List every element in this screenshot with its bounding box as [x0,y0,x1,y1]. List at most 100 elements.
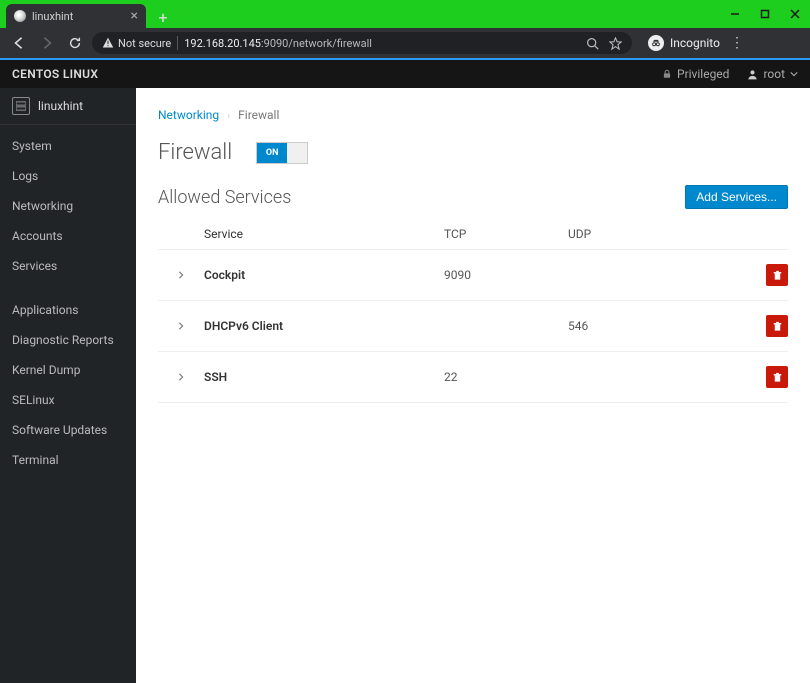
host-selector[interactable]: linuxhint [0,88,136,125]
star-icon[interactable] [609,37,622,50]
new-tab-button[interactable]: + [152,6,174,28]
window-titlebar: linuxhint × + [0,0,810,28]
url-host: 192.168.20.145 [184,37,261,50]
url-display: 192.168.20.145:9090/network/firewall [184,37,372,50]
trash-icon [772,321,783,332]
chevron-down-icon [790,70,798,78]
delete-service-button[interactable] [766,366,788,388]
sidebar-menu: System Logs Networking Accounts Services… [0,125,136,475]
sidebar-item-software-updates[interactable]: Software Updates [0,415,136,445]
section-header: Allowed Services Add Services... [158,185,788,209]
forward-button[interactable] [36,32,58,54]
back-button[interactable] [8,32,30,54]
sidebar-item-logs[interactable]: Logs [0,161,136,191]
close-window-button[interactable] [780,0,810,28]
sidebar: linuxhint System Logs Networking Account… [0,88,136,683]
incognito-label: Incognito [670,36,720,50]
chevron-right-icon [177,322,185,330]
breadcrumb-current: Firewall [238,108,279,122]
arrow-left-icon [12,36,26,50]
service-tcp: 9090 [444,268,568,282]
page-title-row: Firewall ON [158,140,788,165]
sidebar-item-applications[interactable]: Applications [0,295,136,325]
expand-toggle[interactable] [158,322,204,330]
zoom-icon[interactable] [586,37,599,50]
main-content: Networking › Firewall Firewall ON Allowe… [136,88,810,683]
reload-button[interactable] [64,32,86,54]
sidebar-item-diagnostic-reports[interactable]: Diagnostic Reports [0,325,136,355]
service-name: SSH [204,370,444,384]
minimize-icon [730,9,740,19]
divider [177,36,178,50]
table-row[interactable]: DHCPv6 Client 546 [158,301,788,352]
reload-icon [68,36,82,50]
table-row[interactable]: Cockpit 9090 [158,250,788,301]
chevron-right-icon [177,271,185,279]
address-trail: Incognito ⋮ [648,35,744,51]
service-name: DHCPv6 Client [204,319,444,333]
arrow-right-icon [40,36,54,50]
col-tcp-header: TCP [444,227,568,241]
chevron-right-icon [177,373,185,381]
privileged-indicator[interactable]: Privileged [662,67,729,81]
firewall-toggle[interactable]: ON [256,142,308,164]
sidebar-item-terminal[interactable]: Terminal [0,445,136,475]
sidebar-item-accounts[interactable]: Accounts [0,221,136,251]
tab-title: linuxhint [32,10,73,23]
col-expand-header [158,227,204,241]
user-label: root [763,67,785,81]
expand-toggle[interactable] [158,373,204,381]
breadcrumb: Networking › Firewall [158,108,788,122]
url-path: :9090/network/firewall [261,37,372,50]
table-row[interactable]: SSH 22 [158,352,788,403]
incognito-icon [648,35,664,51]
breadcrumb-link[interactable]: Networking [158,108,219,122]
maximize-icon [760,9,770,19]
expand-toggle[interactable] [158,271,204,279]
window-controls [720,0,810,28]
privileged-label: Privileged [677,67,729,81]
trash-icon [772,270,783,281]
sidebar-item-selinux[interactable]: SELinux [0,385,136,415]
delete-service-button[interactable] [766,264,788,286]
user-icon [747,69,758,80]
security-warning: Not secure [102,37,171,50]
sidebar-item-kernel-dump[interactable]: Kernel Dump [0,355,136,385]
close-icon[interactable]: × [131,9,138,23]
user-menu[interactable]: root [747,67,798,81]
browser-menu-button[interactable]: ⋮ [730,35,744,51]
minimize-button[interactable] [720,0,750,28]
sidebar-item-system[interactable]: System [0,131,136,161]
page-title: Firewall [158,140,232,165]
add-services-button[interactable]: Add Services... [685,185,788,209]
sidebar-item-networking[interactable]: Networking [0,191,136,221]
service-udp: 546 [568,319,692,333]
sidebar-item-services[interactable]: Services [0,251,136,281]
tab-strip: linuxhint × + [0,0,174,28]
browser-tab[interactable]: linuxhint × [6,4,146,28]
address-box[interactable]: Not secure 192.168.20.145:9090/network/f… [92,32,632,54]
app-body: linuxhint System Logs Networking Account… [0,88,810,683]
section-title: Allowed Services [158,187,291,208]
maximize-button[interactable] [750,0,780,28]
os-name: CENTOS LINUX [12,67,98,81]
server-icon [12,97,30,115]
services-table: Service TCP UDP Cockpit 9090 [158,219,788,403]
not-secure-label: Not secure [118,37,171,50]
address-right [586,37,622,50]
tab-favicon-icon [14,10,26,22]
header-right: Privileged root [662,67,798,81]
table-header: Service TCP UDP [158,219,788,250]
chevron-right-icon: › [227,111,230,122]
col-service-header: Service [204,227,444,241]
trash-icon [772,372,783,383]
service-name: Cockpit [204,268,444,282]
delete-service-button[interactable] [766,315,788,337]
close-window-icon [790,9,800,19]
switch-knob [287,143,307,163]
incognito-indicator[interactable]: Incognito [648,35,720,51]
address-bar-row: Not secure 192.168.20.145:9090/network/f… [0,28,810,58]
switch-on-label: ON [257,143,287,163]
warning-triangle-icon [102,37,114,49]
service-tcp: 22 [444,370,568,384]
